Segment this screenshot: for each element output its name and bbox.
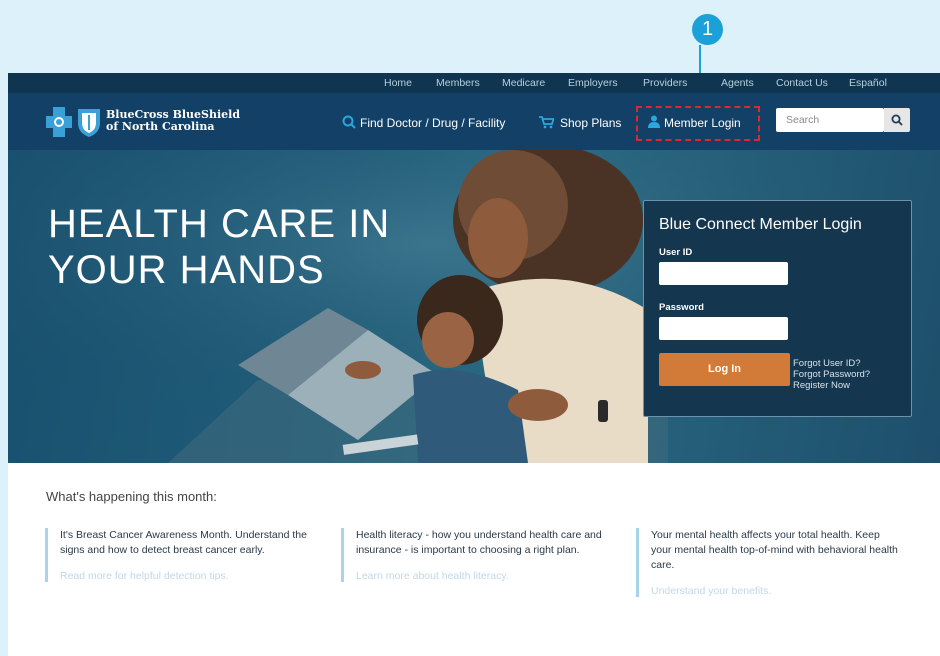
find-doctor-link[interactable]: Find Doctor / Drug / Facility [360, 116, 505, 130]
month-section-title: What's happening this month: [46, 489, 217, 504]
article-card: Your mental health affects your total he… [636, 528, 901, 597]
user-id-field[interactable] [659, 262, 788, 285]
nav-home-link[interactable]: Home [384, 77, 412, 89]
article-card: Health literacy - how you understand hea… [341, 528, 606, 582]
user-id-label: User ID [659, 247, 693, 258]
person-icon [648, 115, 660, 128]
nav-agents-link[interactable]: Agents [721, 77, 754, 89]
hero-headline-line-2: YOUR HANDS [48, 248, 325, 292]
search-button[interactable] [884, 108, 910, 132]
forgot-password-link[interactable]: Forgot Password? [793, 369, 870, 380]
shop-plans-link[interactable]: Shop Plans [560, 116, 621, 130]
nav-espanol-link[interactable]: Español [849, 77, 887, 89]
nav-employers-link[interactable]: Employers [568, 77, 618, 89]
login-panel-title: Blue Connect Member Login [659, 216, 862, 233]
article-text: It's Breast Cancer Awareness Month. Unde… [60, 529, 307, 556]
article-link[interactable]: Read more for helpful detection tips. [60, 570, 310, 582]
search-input[interactable]: Search [776, 108, 884, 132]
member-login-label: Member Login [664, 116, 741, 130]
article-text: Health literacy - how you understand hea… [356, 529, 602, 556]
nav-members-link[interactable]: Members [436, 77, 480, 89]
website-frame: Home Members Medicare Employers Provider… [8, 73, 940, 656]
site-header: BlueCross BlueShield of North Carolina F… [8, 93, 940, 150]
search-icon [342, 115, 356, 129]
bcbs-shield-logo-icon [78, 109, 100, 137]
article-card: It's Breast Cancer Awareness Month. Unde… [45, 528, 310, 582]
hero-headline: HEALTH CARE IN YOUR HANDS [48, 201, 390, 293]
forgot-user-id-link[interactable]: Forgot User ID? [793, 358, 861, 369]
brand-name[interactable]: BlueCross BlueShield of North Carolina [106, 109, 240, 133]
hero-banner: HEALTH CARE IN YOUR HANDS Blue Connect M… [8, 150, 940, 463]
article-link[interactable]: Learn more about health literacy. [356, 570, 606, 582]
brand-line-2: of North Carolina [106, 120, 215, 133]
search-placeholder: Search [786, 114, 820, 126]
log-in-button[interactable]: Log In [659, 353, 790, 386]
article-text: Your mental health affects your total he… [651, 529, 898, 571]
bcbs-cross-logo-icon [46, 107, 72, 137]
magnifier-icon [891, 114, 903, 126]
password-label: Password [659, 302, 704, 313]
cart-icon [539, 116, 554, 129]
nav-medicare-link[interactable]: Medicare [502, 77, 545, 89]
member-login-button[interactable]: Member Login [636, 106, 760, 141]
step-callout-badge: 1 [692, 14, 723, 45]
article-link[interactable]: Understand your benefits. [651, 585, 901, 597]
register-now-link[interactable]: Register Now [793, 380, 850, 391]
nav-providers-link[interactable]: Providers [643, 77, 687, 89]
top-utility-nav: Home Members Medicare Employers Provider… [8, 73, 940, 93]
nav-contact-us-link[interactable]: Contact Us [776, 77, 828, 89]
hero-headline-line-1: HEALTH CARE IN [48, 202, 391, 246]
member-login-panel: Blue Connect Member Login User ID Passwo… [643, 200, 912, 417]
bcbs-logo[interactable] [46, 107, 102, 137]
password-field[interactable] [659, 317, 788, 340]
